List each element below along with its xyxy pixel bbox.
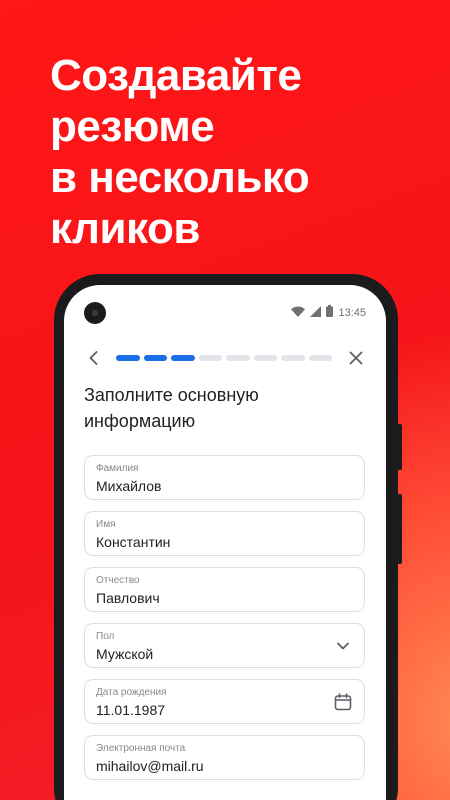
phone-screen: 13:45 Заполните основную информацию Фами… bbox=[64, 285, 386, 800]
progress-step-pending bbox=[226, 355, 250, 361]
progress-step-pending bbox=[308, 355, 332, 361]
status-bar: 13:45 bbox=[291, 305, 366, 320]
form-title: Заполните основную информацию bbox=[84, 385, 259, 431]
back-button[interactable] bbox=[84, 348, 104, 368]
birth-date-field[interactable]: Дата рождения 11.01.1987 bbox=[84, 679, 365, 724]
wifi-icon bbox=[291, 306, 306, 320]
email-field[interactable]: Электронная почта mihailov@mail.ru bbox=[84, 735, 365, 780]
calendar-icon[interactable] bbox=[333, 692, 353, 712]
battery-icon bbox=[326, 305, 334, 320]
progress-step-pending bbox=[253, 355, 277, 361]
progress-step-pending bbox=[281, 355, 305, 361]
field-value: mihailov@mail.ru bbox=[96, 758, 204, 774]
promo-headline: Создавайте резюме в несколько кликов bbox=[50, 50, 310, 254]
chevron-left-icon bbox=[89, 351, 98, 365]
gender-select[interactable]: Пол Мужской bbox=[84, 623, 365, 668]
last-name-field[interactable]: Фамилия Михайлов bbox=[84, 455, 365, 500]
phone-volume-button bbox=[398, 424, 402, 470]
headline-line-2: резюме bbox=[50, 102, 215, 151]
field-value: 11.01.1987 bbox=[96, 702, 166, 718]
field-label: Пол bbox=[96, 631, 115, 642]
field-value: Константин bbox=[96, 534, 171, 550]
headline-line-4: кликов bbox=[50, 204, 200, 253]
chevron-down-icon[interactable] bbox=[333, 636, 353, 656]
progress-step-pending bbox=[198, 355, 222, 361]
field-label: Отчество bbox=[96, 575, 140, 586]
field-label: Имя bbox=[96, 519, 116, 530]
wizard-nav bbox=[64, 345, 386, 371]
status-time: 13:45 bbox=[338, 306, 366, 319]
progress-step-done bbox=[171, 355, 195, 361]
cellular-icon bbox=[310, 305, 322, 320]
front-camera bbox=[84, 302, 106, 324]
phone-power-button bbox=[398, 494, 402, 564]
first-name-field[interactable]: Имя Константин bbox=[84, 511, 365, 556]
close-button[interactable] bbox=[346, 348, 366, 368]
field-label: Фамилия bbox=[96, 463, 139, 474]
field-value: Мужской bbox=[96, 646, 154, 662]
field-label: Электронная почта bbox=[96, 743, 186, 754]
headline-line-1: Создавайте bbox=[50, 51, 302, 100]
field-label: Дата рождения bbox=[96, 687, 167, 698]
progress-step-done bbox=[143, 355, 167, 361]
field-value: Павлович bbox=[96, 590, 160, 606]
step-progress bbox=[116, 355, 332, 361]
close-icon bbox=[349, 351, 363, 365]
headline-line-3: в несколько bbox=[50, 153, 310, 202]
field-value: Михайлов bbox=[96, 478, 162, 494]
patronymic-field[interactable]: Отчество Павлович bbox=[84, 567, 365, 612]
progress-step-done bbox=[116, 355, 140, 361]
